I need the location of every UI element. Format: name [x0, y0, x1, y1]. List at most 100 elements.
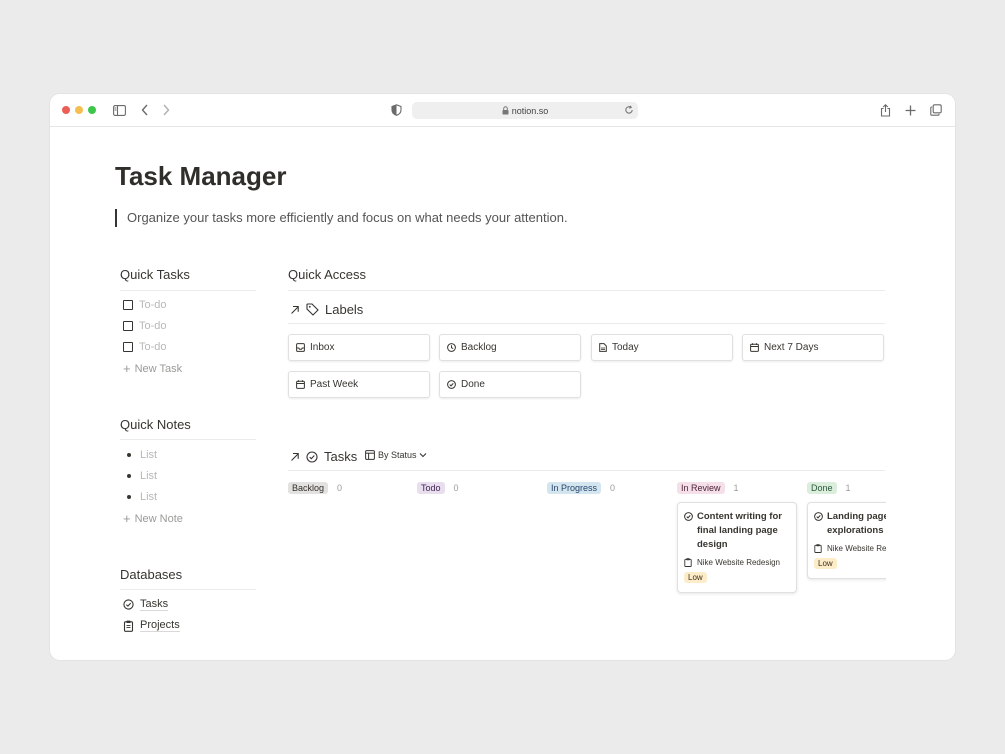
todo-placeholder[interactable]: To-do	[139, 320, 167, 332]
view-selector[interactable]: By Status	[365, 450, 430, 460]
divider	[120, 439, 256, 440]
column-count: 0	[337, 483, 343, 493]
board-overflow-clip: Landing page explorations Nike Website R…	[806, 494, 886, 604]
new-task-button[interactable]: + New Task	[123, 361, 183, 376]
list-placeholder[interactable]: List	[140, 470, 157, 482]
label-card-today[interactable]: Today	[591, 334, 733, 361]
todo-placeholder[interactable]: To-do	[139, 341, 167, 353]
maximize-window-button[interactable]	[88, 106, 96, 114]
plus-icon: +	[123, 361, 131, 376]
check-circle-icon	[684, 512, 693, 521]
new-tab-icon[interactable]	[902, 102, 918, 118]
todo-item[interactable]: To-do	[123, 299, 167, 311]
list-item[interactable]: List	[127, 491, 157, 503]
checkbox[interactable]	[123, 300, 133, 310]
labels-view-title[interactable]: Labels	[325, 302, 363, 317]
status-badge: In Review	[677, 482, 725, 494]
reload-icon[interactable]	[624, 105, 634, 115]
label-card-inbox[interactable]: Inbox	[288, 334, 430, 361]
task-card-title: Landing page explorations	[827, 511, 886, 536]
check-circle-icon	[814, 512, 823, 521]
column-count: 1	[733, 483, 739, 493]
sidebar-toggle-icon[interactable]	[111, 102, 127, 118]
calendar-icon	[750, 343, 759, 352]
arrow-up-right-icon	[291, 452, 299, 461]
divider	[120, 290, 256, 291]
task-card[interactable]: Content writing for final landing page d…	[677, 502, 797, 593]
board-column-backlog[interactable]: Backlog 0	[288, 482, 342, 494]
status-badge: Done	[807, 482, 837, 494]
checkbox[interactable]	[123, 321, 133, 331]
list-placeholder[interactable]: List	[140, 491, 157, 503]
address-bar[interactable]: notion.so	[412, 102, 638, 119]
database-link-projects[interactable]: Projects	[123, 619, 180, 632]
minimize-window-button[interactable]	[75, 106, 83, 114]
browser-window: notion.so Task Manager Organize your tas…	[50, 94, 955, 660]
page-title: Task Manager	[115, 161, 287, 191]
divider	[288, 290, 885, 291]
divider	[120, 589, 256, 590]
back-icon[interactable]	[137, 102, 153, 118]
tasks-view-header[interactable]: Tasks	[290, 449, 357, 464]
board-view-icon	[365, 450, 375, 460]
chevron-down-icon	[419, 453, 426, 458]
tab-overview-icon[interactable]	[928, 102, 944, 118]
status-badge: Backlog	[288, 482, 329, 494]
share-icon[interactable]	[877, 102, 893, 118]
database-link-tasks[interactable]: Tasks	[123, 598, 169, 611]
databases-heading: Databases	[120, 567, 183, 582]
clipboard-icon	[123, 620, 134, 632]
forward-icon[interactable]	[158, 102, 174, 118]
clipboard-icon	[814, 544, 822, 553]
board-column-done[interactable]: Done 1	[807, 482, 851, 494]
tag-icon	[306, 303, 319, 316]
label-card-text: Inbox	[310, 342, 335, 353]
page-description: Organize your tasks more efficiently and…	[115, 209, 568, 227]
label-card-past-week[interactable]: Past Week	[288, 371, 430, 398]
labels-view-header[interactable]: Labels	[290, 302, 363, 317]
task-card-project[interactable]: Nike Website Redesign	[827, 544, 886, 553]
board-column-todo[interactable]: Todo 0	[417, 482, 459, 494]
todo-item[interactable]: To-do	[123, 341, 167, 353]
label-card-text: Past Week	[310, 379, 359, 390]
clipboard-icon	[684, 558, 692, 567]
bullet-icon	[127, 474, 131, 478]
url-text: notion.so	[511, 105, 549, 116]
list-placeholder[interactable]: List	[140, 449, 157, 461]
divider	[288, 323, 885, 324]
browser-toolbar: notion.so	[50, 94, 955, 127]
task-card[interactable]: Landing page explorations Nike Website R…	[807, 502, 886, 579]
privacy-shield-icon[interactable]	[388, 102, 404, 118]
bullet-icon	[127, 453, 131, 457]
quick-access-heading: Quick Access	[288, 267, 367, 282]
list-item[interactable]: List	[127, 470, 157, 482]
column-count: 1	[845, 483, 851, 493]
list-item[interactable]: List	[127, 449, 157, 461]
todo-item[interactable]: To-do	[123, 320, 167, 332]
plus-icon: +	[123, 511, 131, 526]
status-badge: Todo	[417, 482, 445, 494]
database-link-label[interactable]: Tasks	[140, 598, 169, 611]
board-column-in-progress[interactable]: In Progress 0	[547, 482, 615, 494]
todo-placeholder[interactable]: To-do	[139, 299, 167, 311]
priority-badge: Low	[814, 558, 837, 569]
check-circle-icon	[447, 380, 456, 389]
close-window-button[interactable]	[62, 106, 70, 114]
calendar-icon	[296, 380, 305, 389]
priority-badge: Low	[684, 572, 707, 583]
label-card-backlog[interactable]: Backlog	[439, 334, 581, 361]
label-card-next-7-days[interactable]: Next 7 Days	[742, 334, 884, 361]
checkbox[interactable]	[123, 342, 133, 352]
new-note-label: New Note	[134, 513, 183, 525]
database-link-label[interactable]: Projects	[140, 619, 180, 632]
check-circle-icon	[306, 450, 318, 463]
tasks-view-title[interactable]: Tasks	[324, 449, 357, 464]
board-column-in-review[interactable]: In Review 1	[677, 482, 739, 494]
status-badge: In Progress	[547, 482, 602, 494]
task-card-project[interactable]: Nike Website Redesign	[697, 558, 780, 567]
new-note-button[interactable]: + New Note	[123, 511, 183, 526]
new-task-label: New Task	[134, 363, 183, 375]
quick-notes-heading: Quick Notes	[120, 417, 191, 432]
label-card-done[interactable]: Done	[439, 371, 581, 398]
label-card-text: Next 7 Days	[764, 342, 819, 353]
